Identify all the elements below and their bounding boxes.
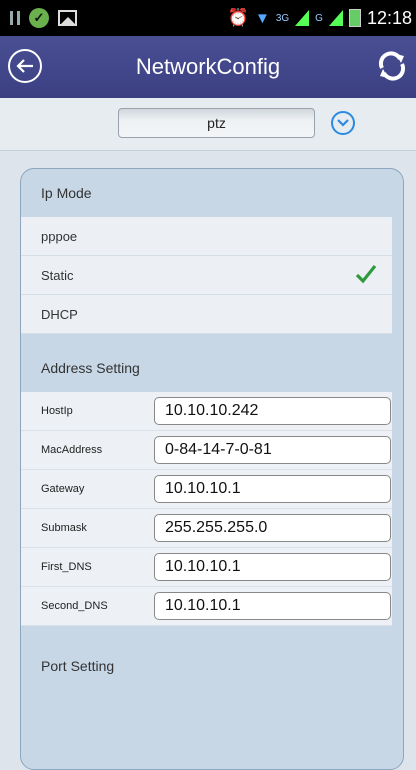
pause-icon <box>10 11 20 25</box>
alarm-icon: ⏰ <box>227 8 249 27</box>
ip-mode-heading: Ip Mode <box>41 185 92 201</box>
network-3g-label: 3G <box>275 12 290 24</box>
checkmark-icon <box>355 265 377 284</box>
check-circle-icon: ✓ <box>29 8 49 28</box>
field-label: HostIp <box>41 405 73 417</box>
settings-card: Ip Mode pppoe Static DHCP Address Settin… <box>20 168 404 770</box>
hostip-input[interactable] <box>154 397 391 425</box>
option-label: DHCP <box>41 306 78 322</box>
back-button[interactable] <box>8 49 42 83</box>
field-label: First_DNS <box>41 561 92 573</box>
submask-input[interactable] <box>154 514 391 542</box>
field-label: Gateway <box>41 483 85 495</box>
chevron-down-icon <box>337 119 349 127</box>
dropdown-button[interactable] <box>331 111 355 135</box>
second-dns-input[interactable] <box>154 592 391 620</box>
app-bar: NetworkConfig <box>0 36 416 98</box>
device-selector-row: ptz <box>0 98 416 151</box>
field-row-macaddress: MacAddress <box>21 431 392 470</box>
back-arrow-icon <box>16 59 33 73</box>
option-label: pppoe <box>41 228 78 244</box>
battery-icon <box>348 9 361 27</box>
field-row-hostip: HostIp <box>21 392 392 431</box>
field-label: Second_DNS <box>41 600 108 612</box>
refresh-button[interactable] <box>374 48 410 84</box>
field-label: Submask <box>41 522 87 534</box>
clock: 12:18 <box>366 7 412 28</box>
page-title: NetworkConfig <box>135 54 281 79</box>
port-setting-heading: Port Setting <box>41 658 115 674</box>
address-setting-heading: Address Setting <box>41 360 140 376</box>
signal-icon <box>295 10 310 26</box>
ip-mode-option-pppoe[interactable]: pppoe <box>21 217 392 256</box>
gateway-input[interactable] <box>154 475 391 503</box>
field-row-gateway: Gateway <box>21 470 392 509</box>
first-dns-input[interactable] <box>154 553 391 581</box>
field-row-submask: Submask <box>21 509 392 548</box>
option-label: Static <box>41 267 74 283</box>
field-row-second-dns: Second_DNS <box>21 587 392 626</box>
refresh-icon <box>378 51 406 81</box>
device-select[interactable]: ptz <box>118 108 315 138</box>
macaddress-input[interactable] <box>154 436 391 464</box>
signal-icon <box>328 10 343 26</box>
field-label: MacAddress <box>41 444 103 456</box>
section-divider <box>21 626 403 638</box>
ip-mode-option-static[interactable]: Static <box>21 256 392 295</box>
network-g-label: G <box>315 12 323 24</box>
image-icon <box>58 10 77 26</box>
status-bar: ✓ ⏰ ▼ 3G G 12:18 <box>0 0 416 36</box>
section-divider <box>21 334 403 344</box>
ip-mode-option-dhcp[interactable]: DHCP <box>21 295 392 334</box>
wifi-icon: ▼ <box>254 9 270 27</box>
field-row-first-dns: First_DNS <box>21 548 392 587</box>
